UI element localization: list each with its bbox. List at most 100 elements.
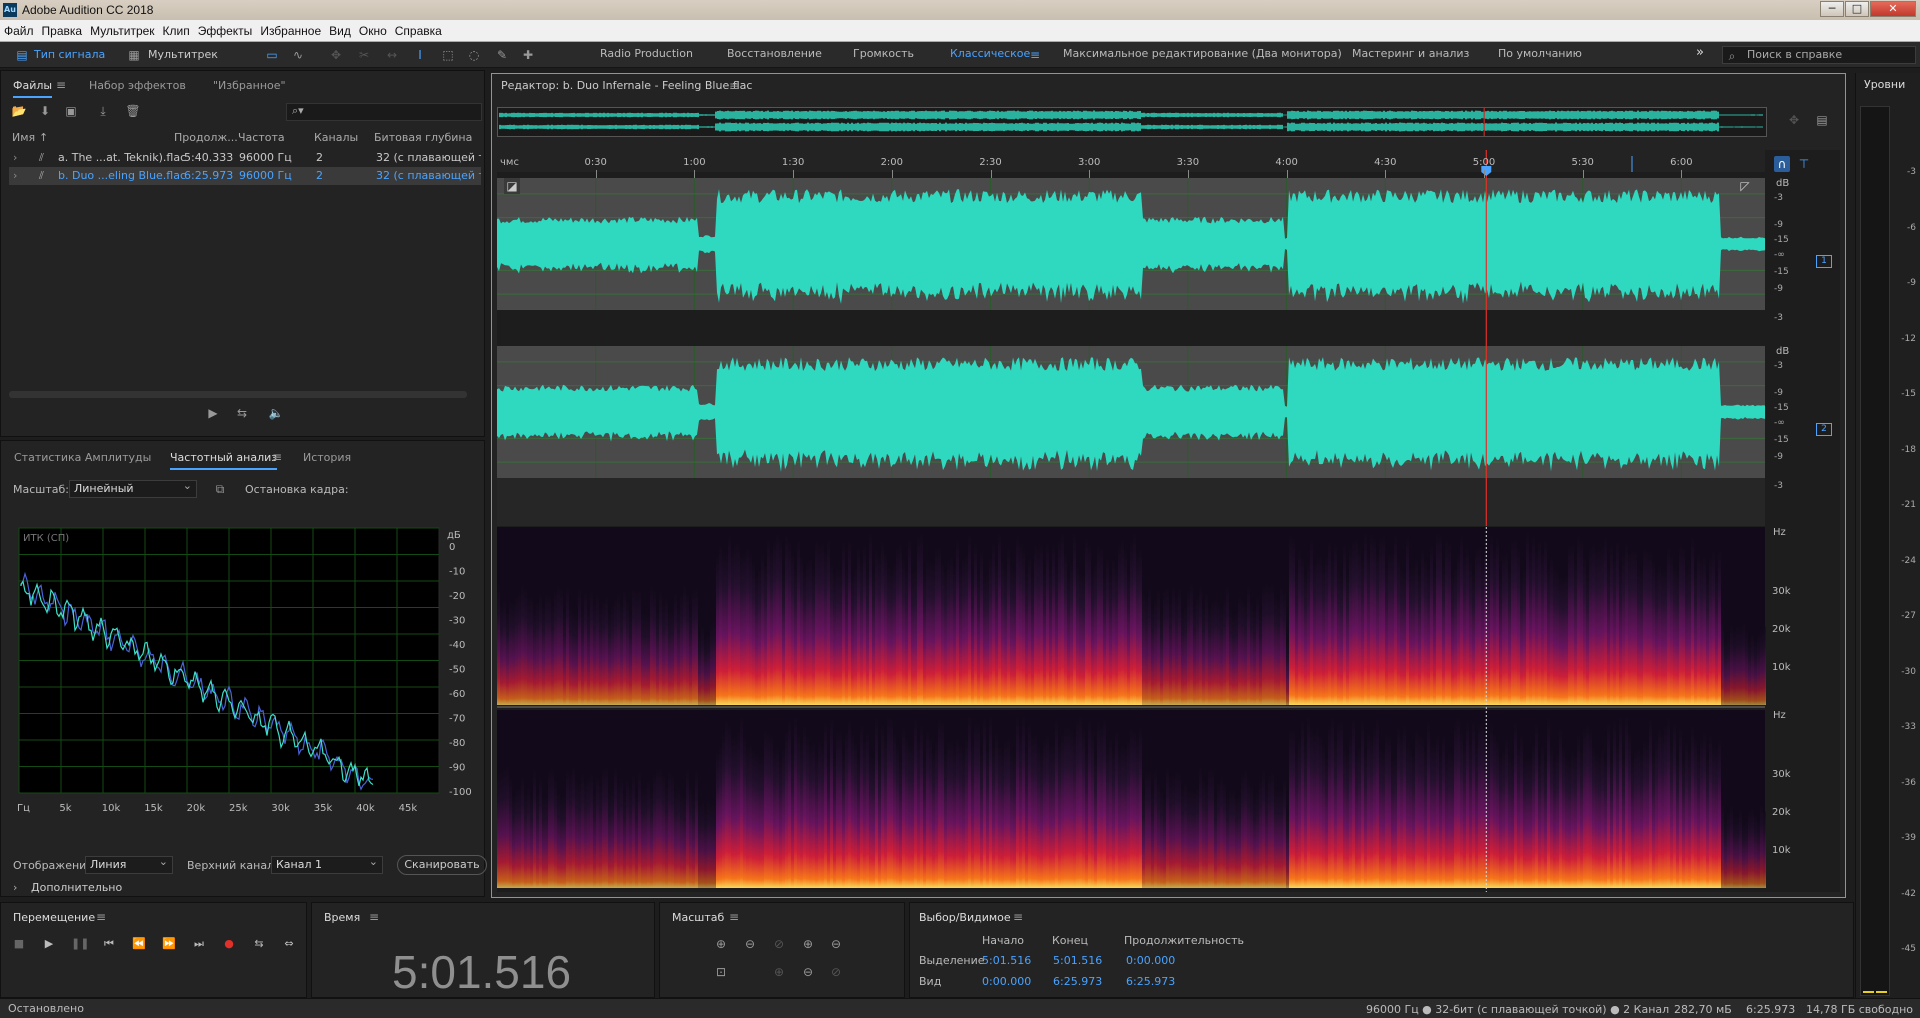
- go-to-end-button[interactable]: ⏭: [191, 936, 207, 952]
- overview-options-icon[interactable]: ▤: [1814, 112, 1830, 128]
- go-to-start-button[interactable]: ⏮: [101, 936, 117, 952]
- menu-edit[interactable]: Правка: [38, 20, 87, 42]
- snap-icon[interactable]: ∩: [1774, 156, 1790, 172]
- tab-multitrack[interactable]: Мультитрек: [144, 46, 222, 64]
- razor-tool-icon[interactable]: ✂: [356, 47, 372, 63]
- stop-button[interactable]: ■: [11, 936, 27, 952]
- zoom-in-time-icon[interactable]: ⊕: [800, 936, 816, 952]
- play-button[interactable]: ▶: [41, 936, 57, 952]
- tab-files[interactable]: Файлы: [13, 79, 53, 98]
- menu-help[interactable]: Справка: [391, 20, 446, 42]
- import-file-icon[interactable]: ⬇: [37, 103, 53, 119]
- tab-amplitude-stats[interactable]: Статистика Амплитуды: [14, 451, 151, 464]
- expand-icon[interactable]: ›: [13, 167, 17, 185]
- help-search-input[interactable]: Поиск в справке: [1722, 46, 1916, 64]
- workspace-mastering[interactable]: Мастеринг и анализ: [1352, 47, 1469, 60]
- fast-forward-button[interactable]: ⏩: [161, 936, 177, 952]
- zoom-menu-icon[interactable]: ≡: [726, 909, 742, 925]
- column-bit-depth[interactable]: Битовая глубина: [374, 131, 472, 144]
- zoom-reset-icon[interactable]: ⊘: [828, 964, 844, 980]
- menu-window[interactable]: Окно: [355, 20, 391, 42]
- zoom-out-time-icon[interactable]: ⊖: [828, 936, 844, 952]
- tab-history[interactable]: История: [303, 451, 351, 464]
- loop-button[interactable]: ⇆: [251, 936, 267, 952]
- workspace-classic[interactable]: Классическое: [950, 47, 1030, 60]
- selection-menu-icon[interactable]: ≡: [1010, 909, 1026, 925]
- marquee-tool-icon[interactable]: ⬚: [440, 47, 456, 63]
- workspace-loudness[interactable]: Громкость: [853, 47, 914, 60]
- menu-clip[interactable]: Клип: [159, 20, 194, 42]
- pause-button[interactable]: ❚❚: [71, 936, 89, 952]
- selection-start[interactable]: 5:01.516: [982, 954, 1031, 967]
- overview-bar[interactable]: [497, 107, 1767, 137]
- panel-menu-icon[interactable]: ≡: [269, 449, 285, 465]
- open-file-icon[interactable]: 📂: [11, 103, 27, 119]
- zoom-in-amplitude-icon[interactable]: ⊕: [713, 936, 729, 952]
- loop-preview-icon[interactable]: ⇆: [234, 405, 250, 421]
- column-channels[interactable]: Каналы: [314, 131, 358, 144]
- scale-dropdown[interactable]: Линейный: [69, 478, 197, 498]
- display-dropdown[interactable]: Линия: [85, 854, 173, 874]
- column-rate[interactable]: Частота: [238, 131, 285, 144]
- file-row[interactable]: › ⫽ b. Duo ...eling Blue.flac 6:25.973 9…: [9, 167, 481, 185]
- editor-menu-icon[interactable]: ≡: [726, 78, 742, 94]
- menu-effects[interactable]: Эффекты: [194, 20, 257, 42]
- zoom-full-amplitude-icon[interactable]: ⊘: [771, 936, 787, 952]
- move-tool-icon[interactable]: ✥: [328, 47, 344, 63]
- new-file-icon[interactable]: ▣: [63, 103, 79, 119]
- files-menu-icon[interactable]: ≡: [53, 77, 69, 93]
- waveform-view-icon[interactable]: ▤: [14, 47, 30, 63]
- workspace-menu-icon[interactable]: ≡: [1027, 47, 1043, 63]
- workspace-max-editing[interactable]: Максимальное редактирование (Два монитор…: [1063, 47, 1342, 60]
- channel-1-badge[interactable]: 1: [1816, 255, 1832, 268]
- multitrack-view-icon[interactable]: ▦: [126, 47, 142, 63]
- minimize-button[interactable]: ─: [1820, 1, 1844, 17]
- zoom-out-full-time-icon[interactable]: ⊖: [800, 964, 816, 980]
- zoom-selection-icon[interactable]: ⊡: [713, 964, 729, 980]
- menu-multitrack[interactable]: Мультитрек: [86, 20, 158, 42]
- delete-file-icon[interactable]: 🗑: [125, 103, 141, 119]
- time-menu-icon[interactable]: ≡: [366, 909, 382, 925]
- spectral-display-icon[interactable]: ∿: [290, 47, 306, 63]
- menu-view[interactable]: Вид: [325, 20, 355, 42]
- view-end[interactable]: 6:25.973: [1053, 975, 1102, 988]
- scan-button[interactable]: Сканировать: [397, 855, 487, 875]
- workspace-radio-production[interactable]: Radio Production: [600, 47, 693, 60]
- transport-menu-icon[interactable]: ≡: [93, 909, 109, 925]
- selection-duration[interactable]: 0:00.000: [1126, 954, 1175, 967]
- menu-file[interactable]: Файл: [0, 20, 38, 42]
- expand-advanced-icon[interactable]: ›: [13, 881, 17, 894]
- zoom-out-full-icon[interactable]: ✥: [1786, 112, 1802, 128]
- fade-handle-icon[interactable]: ◸: [1737, 178, 1753, 194]
- zoom-out-amplitude-icon[interactable]: ⊖: [742, 936, 758, 952]
- tab-waveform[interactable]: Тип сигнала: [30, 46, 109, 64]
- menu-favorites[interactable]: Избранное: [256, 20, 325, 42]
- insert-icon[interactable]: ⤓: [95, 103, 111, 119]
- brush-tool-icon[interactable]: ✎: [494, 47, 510, 63]
- marker-icon[interactable]: ⊤: [1796, 156, 1812, 172]
- waveform-spectrogram-view[interactable]: [497, 150, 1840, 892]
- time-selection-tool-icon[interactable]: I: [412, 47, 428, 63]
- advanced-toggle[interactable]: Дополнительно: [31, 881, 122, 894]
- file-row[interactable]: › ⫽ a. The ...at. Teknik).flac 5:40.333 …: [9, 149, 481, 167]
- play-preview-icon[interactable]: ▶: [205, 405, 221, 421]
- waveform-display-icon[interactable]: ▭: [264, 47, 280, 63]
- slip-tool-icon[interactable]: ↔: [384, 47, 400, 63]
- spot-healing-tool-icon[interactable]: ✚: [520, 47, 536, 63]
- frame-icon[interactable]: ⧉: [212, 481, 228, 497]
- tab-favorites[interactable]: "Избранное": [213, 79, 286, 92]
- view-start[interactable]: 0:00.000: [982, 975, 1031, 988]
- channel-2-badge[interactable]: 2: [1816, 423, 1832, 436]
- gain-hud-icon[interactable]: ◪: [504, 178, 520, 194]
- skip-selection-button[interactable]: ⇔: [281, 936, 297, 952]
- maximize-button[interactable]: □: [1845, 1, 1869, 17]
- files-search-input[interactable]: ⌕▾: [286, 103, 482, 121]
- view-duration[interactable]: 6:25.973: [1126, 975, 1175, 988]
- tab-frequency-analysis[interactable]: Частотный анализ: [170, 451, 278, 470]
- zoom-in-point-icon[interactable]: ⊕: [771, 964, 787, 980]
- workspace-restoration[interactable]: Восстановление: [727, 47, 822, 60]
- auto-play-icon[interactable]: 🔈: [264, 405, 288, 421]
- horizontal-scrollbar[interactable]: [9, 391, 467, 398]
- close-button[interactable]: ✕: [1870, 1, 1916, 17]
- selection-end[interactable]: 5:01.516: [1053, 954, 1102, 967]
